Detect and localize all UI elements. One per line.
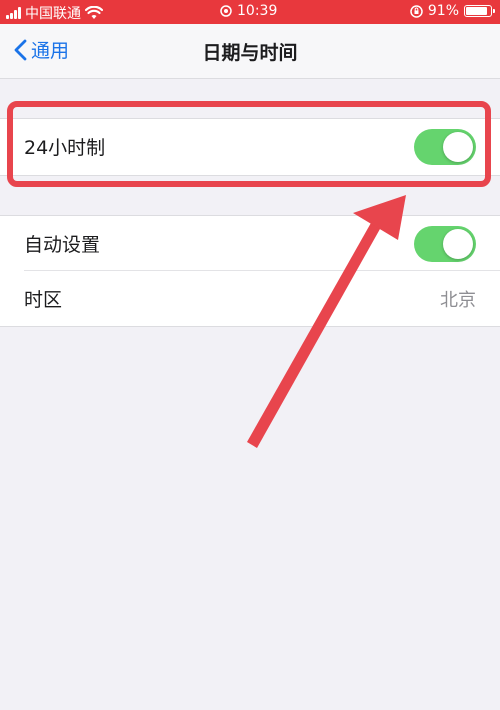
battery-icon <box>464 5 495 17</box>
24-hour-toggle[interactable] <box>414 129 476 165</box>
annotation-arrow <box>247 195 406 448</box>
status-left: 中国联通 <box>6 3 103 23</box>
toggle-knob <box>443 229 473 259</box>
battery-percent: 91% <box>427 3 459 19</box>
signal-icon <box>6 7 21 19</box>
settings-row-auto-set: 自动设置 <box>0 216 500 270</box>
status-bar: 中国联通 10:39 91% <box>0 0 500 24</box>
auto-set-toggle[interactable] <box>414 226 476 262</box>
settings-row-timezone[interactable]: 时区 北京 <box>24 270 500 325</box>
row-label: 自动设置 <box>24 234 101 256</box>
settings-group-format: 24小时制 <box>0 118 500 176</box>
navigation-bar: 通用 日期与时间 <box>0 24 500 79</box>
row-label: 时区 <box>24 289 63 311</box>
carrier-label: 中国联通 <box>25 6 81 22</box>
orientation-lock-icon <box>410 4 423 18</box>
timezone-value: 北京 <box>440 290 476 311</box>
clock: 10:39 <box>237 3 278 19</box>
toggle-knob <box>443 132 473 162</box>
row-label: 24小时制 <box>24 137 106 159</box>
orientation-lock-icon <box>220 5 232 17</box>
settings-row-24-hour: 24小时制 <box>0 119 500 173</box>
page-title: 日期与时间 <box>202 42 298 64</box>
wifi-icon <box>85 6 103 19</box>
settings-group-auto: 自动设置 时区 北京 <box>0 215 500 327</box>
status-center: 10:39 <box>220 3 277 19</box>
status-right: 91% <box>410 3 495 19</box>
